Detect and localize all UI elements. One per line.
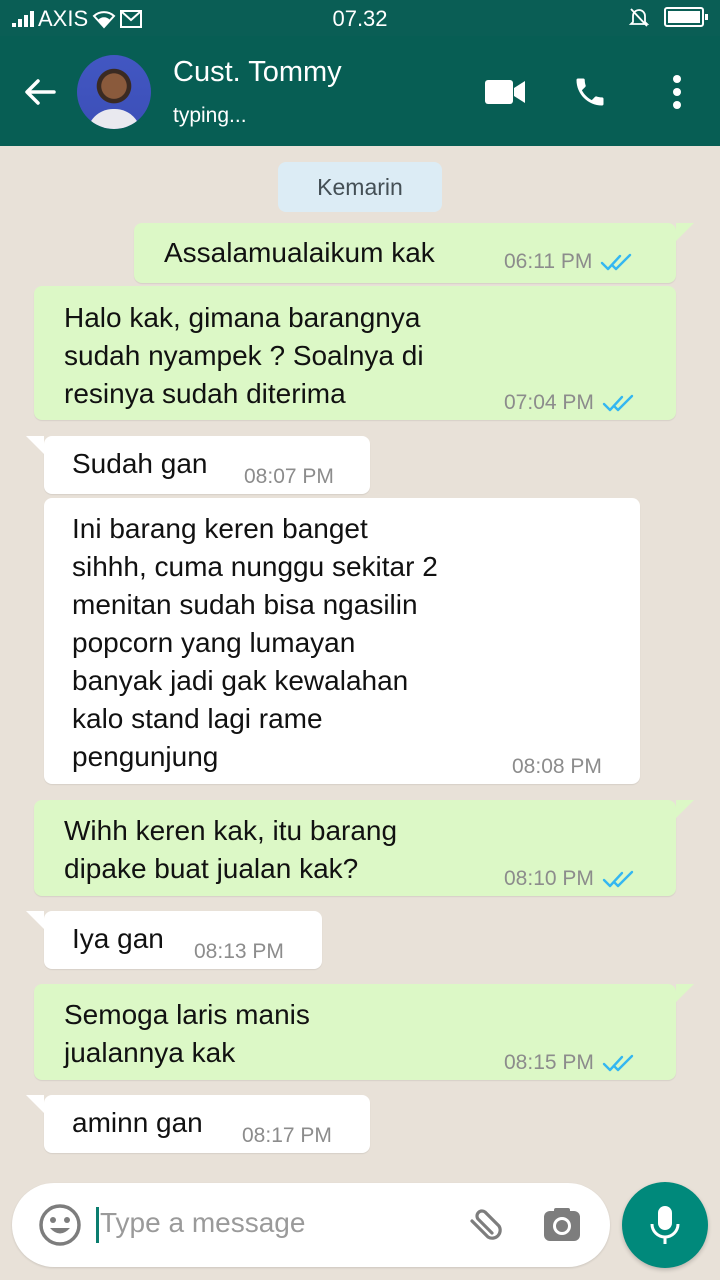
message-time: 08:10 PM bbox=[504, 867, 594, 890]
message-time: 08:13 PM bbox=[194, 940, 284, 963]
contact-name[interactable]: Cust. Tommy bbox=[173, 56, 342, 89]
date-chip: Kemarin bbox=[278, 162, 442, 212]
back-arrow-icon[interactable] bbox=[20, 72, 60, 112]
contact-status: typing... bbox=[173, 104, 247, 127]
message-outgoing[interactable]: Assalamualaikum kak 06:11 PM bbox=[134, 223, 694, 283]
message-outgoing[interactable]: Semoga laris manis jualannya kak 08:15 P… bbox=[34, 984, 694, 1080]
message-text: Iya gan bbox=[72, 923, 164, 954]
message-outgoing[interactable]: Halo kak, gimana barangnya sudah nyampek… bbox=[34, 286, 676, 420]
message-text: Ini barang keren banget sihhh, cuma nung… bbox=[72, 513, 438, 772]
attach-icon[interactable] bbox=[462, 1203, 506, 1247]
message-incoming[interactable]: Sudah gan 08:07 PM bbox=[26, 436, 370, 494]
text-cursor bbox=[96, 1207, 99, 1243]
message-input[interactable]: Type a message bbox=[100, 1207, 305, 1239]
message-incoming[interactable]: aminn gan 08:17 PM bbox=[26, 1095, 370, 1153]
message-outgoing[interactable]: Wihh keren kak, itu barang dipake buat j… bbox=[34, 800, 694, 896]
double-tick-icon bbox=[602, 394, 634, 412]
message-text: Wihh keren kak, itu barang dipake buat j… bbox=[64, 815, 398, 884]
message-text: Assalamualaikum kak bbox=[164, 237, 435, 268]
chat-header: Cust. Tommy typing... bbox=[0, 36, 720, 146]
message-incoming[interactable]: Ini barang keren banget sihhh, cuma nung… bbox=[44, 498, 640, 784]
message-text: Sudah gan bbox=[72, 448, 208, 479]
message-text: Halo kak, gimana barangnya sudah nyampek… bbox=[64, 302, 424, 409]
double-tick-icon bbox=[601, 253, 632, 271]
video-call-icon[interactable] bbox=[484, 78, 526, 106]
message-text: Semoga laris manis jualannya kak bbox=[64, 999, 310, 1068]
message-incoming[interactable]: Iya gan 08:13 PM bbox=[26, 911, 322, 969]
message-time: 08:07 PM bbox=[244, 465, 334, 488]
mic-button[interactable] bbox=[622, 1182, 708, 1268]
message-time: 08:17 PM bbox=[242, 1124, 332, 1147]
status-bar: AXIS 07.32 bbox=[0, 0, 720, 36]
mute-bell-icon bbox=[628, 8, 650, 27]
message-time: 07:04 PM bbox=[504, 391, 594, 414]
message-text: aminn gan bbox=[72, 1107, 203, 1138]
phone-icon[interactable] bbox=[572, 74, 608, 110]
message-time: 08:08 PM bbox=[512, 755, 602, 778]
chat-area[interactable]: Kemarin Assalamualaikum kak 06:11 PM Hal… bbox=[0, 146, 720, 1166]
emoji-icon[interactable] bbox=[38, 1203, 82, 1247]
clock: 07.32 bbox=[332, 6, 388, 31]
camera-icon[interactable] bbox=[540, 1203, 584, 1247]
message-time: 06:11 PM bbox=[504, 250, 593, 273]
battery-icon bbox=[664, 7, 708, 27]
message-time: 08:15 PM bbox=[504, 1051, 594, 1074]
mic-icon bbox=[650, 1206, 680, 1244]
avatar[interactable] bbox=[77, 55, 151, 129]
double-tick-icon bbox=[602, 1054, 634, 1072]
more-options-icon[interactable] bbox=[670, 74, 684, 110]
double-tick-icon bbox=[602, 870, 634, 888]
message-input-bar[interactable]: Type a message bbox=[12, 1183, 610, 1267]
